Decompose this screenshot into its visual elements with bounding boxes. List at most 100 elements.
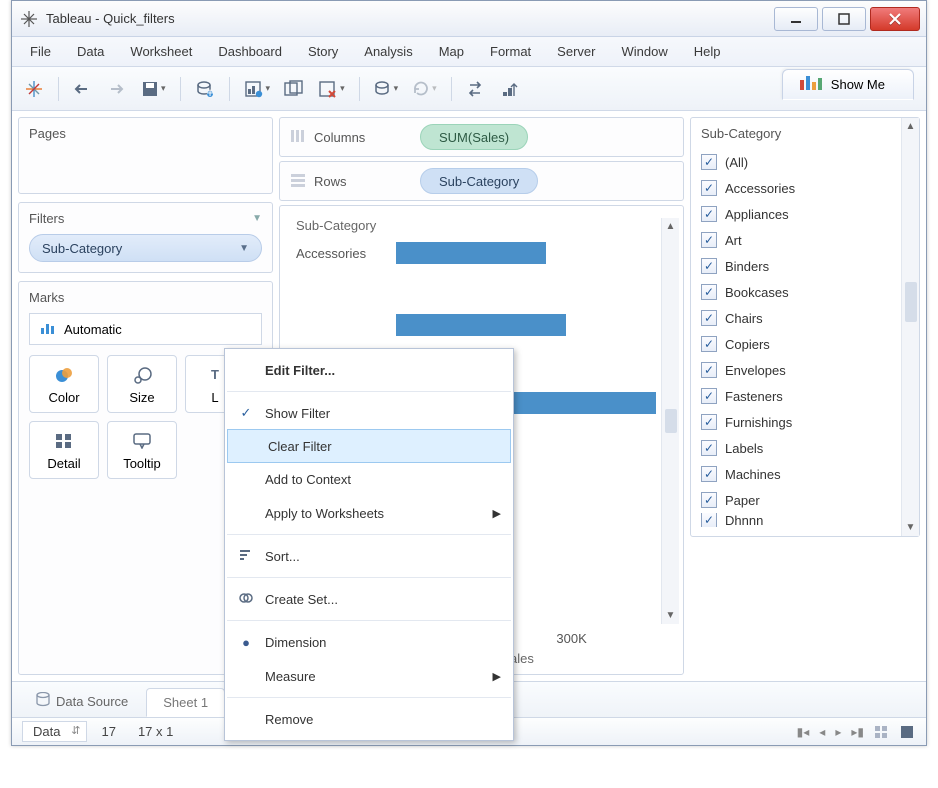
menu-story[interactable]: Story (296, 40, 350, 63)
checkbox-icon[interactable]: ✓ (701, 388, 717, 404)
mark-tooltip[interactable]: Tooltip (107, 421, 177, 479)
menu-analysis[interactable]: Analysis (352, 40, 424, 63)
filter-item[interactable]: ✓Appliances (701, 201, 895, 227)
filter-item-all[interactable]: ✓(All) (701, 149, 895, 175)
mark-color[interactable]: Color (29, 355, 99, 413)
checkbox-icon[interactable]: ✓ (701, 362, 717, 378)
show-tabs-icon[interactable] (874, 725, 890, 739)
filter-item[interactable]: ✓Accessories (701, 175, 895, 201)
next-sheet-icon[interactable]: ▸ (835, 725, 841, 739)
menu-window[interactable]: Window (609, 40, 679, 63)
scroll-thumb[interactable] (665, 409, 677, 433)
filter-item[interactable]: ✓Chairs (701, 305, 895, 331)
sort-asc-icon[interactable] (496, 75, 524, 103)
scroll-down-icon[interactable]: ▼ (906, 522, 916, 533)
checkbox-icon[interactable]: ✓ (701, 466, 717, 482)
scroll-down-icon[interactable]: ▼ (666, 610, 676, 621)
checkbox-icon[interactable]: ✓ (701, 440, 717, 456)
checkbox-icon[interactable]: ✓ (701, 310, 717, 326)
ctx-add-to-context[interactable]: Add to Context (225, 462, 513, 496)
columns-shelf[interactable]: Columns SUM(Sales) (279, 117, 684, 157)
new-worksheet-icon[interactable]: ▾ (240, 75, 275, 103)
pill-dropdown-icon[interactable]: ▼ (239, 243, 249, 254)
scroll-up-icon[interactable]: ▲ (666, 221, 676, 232)
new-datasource-icon[interactable]: + (191, 75, 219, 103)
filter-item[interactable]: ✓Art (701, 227, 895, 253)
maximize-button[interactable] (822, 7, 866, 31)
checkbox-icon[interactable]: ✓ (701, 258, 717, 274)
scroll-up-icon[interactable]: ▲ (906, 121, 916, 132)
redo-icon[interactable] (103, 75, 131, 103)
filter-item[interactable]: ✓Fasteners (701, 383, 895, 409)
menu-data[interactable]: Data (65, 40, 116, 63)
menu-help[interactable]: Help (682, 40, 733, 63)
filter-item[interactable]: ✓Binders (701, 253, 895, 279)
checkbox-icon[interactable]: ✓ (701, 206, 717, 222)
ctx-measure[interactable]: Measure▶ (225, 659, 513, 693)
scroll-thumb[interactable] (905, 282, 917, 322)
tableau-home-icon[interactable] (20, 75, 48, 103)
close-button[interactable] (870, 7, 920, 31)
columns-pill[interactable]: SUM(Sales) (420, 124, 528, 150)
separator (227, 577, 511, 578)
menu-dashboard[interactable]: Dashboard (206, 40, 294, 63)
filter-item[interactable]: ✓Labels (701, 435, 895, 461)
ctx-edit-filter[interactable]: Edit Filter... (225, 353, 513, 387)
ctx-sort[interactable]: Sort... (225, 539, 513, 573)
mark-size[interactable]: Size (107, 355, 177, 413)
menu-server[interactable]: Server (545, 40, 607, 63)
save-icon[interactable]: ▾ (137, 75, 170, 103)
mark-detail[interactable]: Detail (29, 421, 99, 479)
filter-item[interactable]: ✓Machines (701, 461, 895, 487)
datasource-select[interactable]: Data (22, 721, 87, 742)
ctx-show-filter[interactable]: ✓Show Filter (225, 396, 513, 430)
auto-update-icon[interactable]: ▾ (370, 75, 403, 103)
last-sheet-icon[interactable]: ▸▮ (851, 725, 864, 739)
ctx-clear-filter[interactable]: Clear Filter (227, 429, 511, 463)
bar (396, 314, 566, 336)
first-sheet-icon[interactable]: ▮◂ (797, 725, 810, 739)
ctx-dimension[interactable]: ●Dimension (225, 625, 513, 659)
mark-type-select[interactable]: Automatic (29, 313, 262, 345)
filter-pill-sub-category[interactable]: Sub-Category ▼ (29, 234, 262, 262)
checkbox-icon[interactable]: ✓ (701, 154, 717, 170)
undo-icon[interactable] (69, 75, 97, 103)
ctx-create-set[interactable]: Create Set... (225, 582, 513, 616)
filter-item[interactable]: ✓Furnishings (701, 409, 895, 435)
filter-item[interactable]: ✓Bookcases (701, 279, 895, 305)
dropdown-icon[interactable]: ▼ (252, 213, 262, 224)
duplicate-sheet-icon[interactable] (280, 75, 308, 103)
ctx-apply-to-worksheets[interactable]: Apply to Worksheets▶ (225, 496, 513, 530)
checkbox-icon[interactable]: ✓ (701, 336, 717, 352)
sheet-tab-1[interactable]: Sheet 1 (146, 688, 225, 717)
show-me-tab[interactable]: Show Me (782, 69, 914, 100)
checkbox-icon[interactable]: ✓ (701, 232, 717, 248)
checkbox-icon[interactable]: ✓ (701, 492, 717, 508)
menu-worksheet[interactable]: Worksheet (118, 40, 204, 63)
clear-sheet-icon[interactable]: ▾ (314, 75, 349, 103)
show-filmstrip-icon[interactable] (900, 725, 916, 739)
menu-format[interactable]: Format (478, 40, 543, 63)
submenu-arrow-icon: ▶ (493, 670, 501, 683)
menu-file[interactable]: File (18, 40, 63, 63)
checkbox-icon[interactable]: ✓ (701, 513, 717, 527)
rows-shelf[interactable]: Rows Sub-Category (279, 161, 684, 201)
pages-dropzone[interactable] (29, 149, 262, 183)
chart-scrollbar[interactable]: ▲ ▼ (661, 218, 679, 624)
minimize-button[interactable] (774, 7, 818, 31)
prev-sheet-icon[interactable]: ◂ (819, 725, 825, 739)
swap-icon[interactable] (462, 75, 490, 103)
refresh-icon[interactable]: ▾ (408, 75, 441, 103)
filter-scrollbar[interactable]: ▲ ▼ (901, 118, 919, 536)
checkbox-icon[interactable]: ✓ (701, 180, 717, 196)
rows-pill[interactable]: Sub-Category (420, 168, 538, 194)
filter-item[interactable]: ✓Envelopes (701, 357, 895, 383)
ctx-remove[interactable]: Remove (225, 702, 513, 736)
menu-map[interactable]: Map (427, 40, 476, 63)
filter-item[interactable]: ✓Copiers (701, 331, 895, 357)
checkbox-icon[interactable]: ✓ (701, 414, 717, 430)
filter-item[interactable]: ✓Paper (701, 487, 895, 513)
filter-item-cut[interactable]: ✓Dhnnn (701, 513, 895, 527)
data-source-tab[interactable]: Data Source (20, 686, 144, 717)
checkbox-icon[interactable]: ✓ (701, 284, 717, 300)
